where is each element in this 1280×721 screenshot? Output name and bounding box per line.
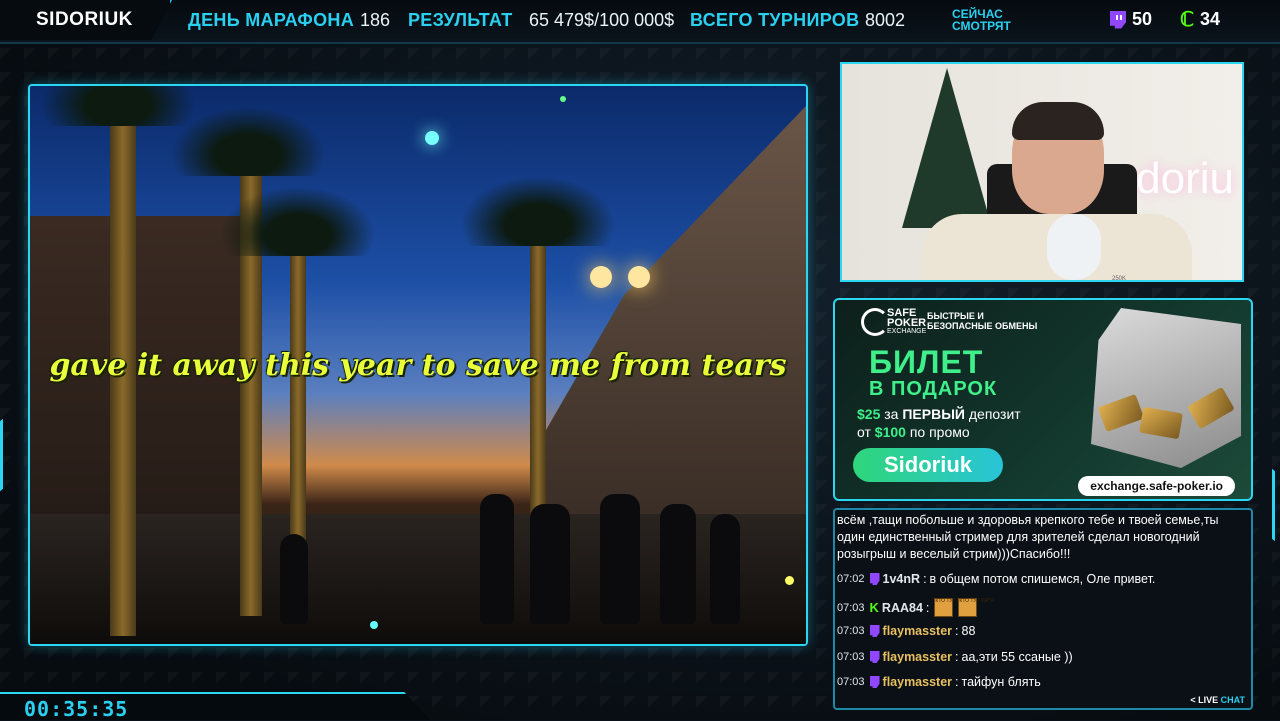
chat-message: 07:03 flaymasster: 88 [837, 624, 976, 638]
chat-message: 07:02 1v4nR: в общем потом спишемся, Оле… [837, 572, 1156, 586]
chat-username[interactable]: flaymasster [883, 650, 953, 664]
now-watching-label: СЕЙЧАС СМОТРЯТ [952, 8, 1032, 32]
result-value: 65 479$/100 000$ [529, 10, 675, 30]
emote-icon: КТО ТУТ БАТЯ [934, 598, 970, 617]
top-stats-bar: SIDORIUK ДЕНЬ МАРАФОНА 186 РЕЗУЛЬТАТ 65 … [0, 0, 1280, 44]
ad-headline-2: В ПОДАРОК [869, 378, 998, 400]
webcam-tag: 250K [1112, 276, 1127, 282]
ad-url-link[interactable]: exchange.safe-poker.io [1078, 476, 1235, 496]
chat-username[interactable]: 1v4nR [883, 572, 921, 586]
twitch-viewers-count: 50 [1132, 9, 1153, 29]
safe-poker-logo-icon [861, 308, 889, 336]
webcam-microphone [1047, 214, 1101, 280]
ad-tagline: БЫСТРЫЕ И БЕЗОПАСНЫЕ ОБМЕНЫ [927, 311, 1038, 331]
chat-time: 07:03 [837, 601, 865, 614]
chat-text: аа,эти 55 ссаные )) [961, 650, 1073, 664]
ad-offer-text: от [857, 424, 875, 440]
chat-text: 88 [961, 624, 976, 638]
video-pedestrian [600, 494, 640, 624]
chat-username[interactable]: flaymasster [883, 675, 953, 689]
tournaments-label: ВСЕГО ТУРНИРОВ [690, 10, 860, 30]
video-lyrics-caption: gave it away this year to save me from t… [49, 348, 787, 383]
webcam-neon-sign: doriu [1136, 154, 1234, 203]
ad-headline-1: БИЛЕТ [869, 344, 984, 380]
kick-viewers-count: 34 [1199, 9, 1220, 29]
ad-offer-text: за [880, 406, 903, 422]
video-pedestrian [660, 504, 696, 624]
chat-time: 07:03 [837, 676, 865, 688]
ad-offer-text: депозит [964, 406, 1021, 422]
chat-message: 07:03 flaymasster: аа,эти 55 ссаные )) [837, 650, 1073, 664]
chat-username[interactable]: flaymasster [883, 624, 953, 638]
video-pedestrian [710, 514, 740, 624]
twitch-badge-icon [869, 676, 880, 688]
video-pedestrian [530, 504, 570, 624]
timer-bar: 00:35:35 [0, 692, 430, 720]
right-accent-line [1272, 468, 1275, 542]
emote-icon: КТО ТУТ БАТЯ [958, 598, 994, 617]
ad-brand-sub: EXCHANGE [887, 328, 927, 335]
live-chat-label: < LIVE CHAT [1190, 695, 1245, 705]
marathon-day-value: 186 [360, 10, 391, 30]
left-accent-line [0, 418, 3, 492]
chat-time: 07:03 [837, 651, 865, 663]
video-pedestrian [280, 534, 308, 624]
ad-offer-amount: $25 [857, 406, 881, 422]
brand-name: SIDORIUK [36, 9, 133, 30]
webcam-streamer-hair [1012, 102, 1104, 140]
marathon-day-label: ДЕНЬ МАРАФОНА [188, 10, 354, 30]
chat-time: 07:02 [837, 573, 865, 585]
video-sparkle-2 [560, 96, 566, 102]
ad-offer-bold: ПЕРВЫЙ [902, 406, 965, 422]
webcam-feed: doriu 250K [840, 62, 1244, 282]
video-sparkle-4 [370, 621, 378, 629]
ad-offer-line-2: от $100 по промо [857, 424, 970, 440]
video-street-lamp-2 [628, 266, 650, 288]
live-chat-prefix: < LIVE [1190, 695, 1219, 705]
chat-text: в общем потом спишемся, Оле привет. [929, 572, 1156, 586]
video-scene: gave it away this year to save me from t… [30, 86, 806, 644]
stream-timer: 00:35:35 [24, 697, 129, 721]
twitch-viewers: 50 [1110, 9, 1152, 30]
main-video-player[interactable]: gave it away this year to save me from t… [28, 84, 808, 646]
chat-username[interactable]: RAA84 [882, 601, 923, 615]
kick-icon: ℂ [1180, 8, 1194, 31]
live-chat-panel[interactable]: всём ,тащи побольше и здоровья крепкого … [833, 508, 1253, 710]
promo-code-button[interactable]: Sidoriuk [853, 448, 1003, 482]
twitch-icon [1110, 10, 1126, 29]
kick-badge-icon: K [869, 600, 879, 615]
chat-text: тайфун блять [961, 675, 1041, 689]
live-chat-suffix: CHAT [1220, 695, 1245, 705]
twitch-badge-icon [869, 625, 880, 637]
chat-time: 07:03 [837, 625, 865, 637]
twitch-badge-icon [869, 651, 880, 663]
ad-offer-text: по промо [905, 424, 970, 440]
ad-offer-line-1: $25 за ПЕРВЫЙ депозит [857, 406, 1021, 422]
video-street-lamp-1 [590, 266, 612, 288]
chat-message-overflow: всём ,тащи побольше и здоровья крепкого … [837, 513, 1219, 561]
safe-poker-ad-banner[interactable]: SAFE POKER EXCHANGE БЫСТРЫЕ И БЕЗОПАСНЫЕ… [833, 298, 1253, 501]
ad-offer-min: $100 [874, 424, 906, 440]
webcam-christmas-tree [902, 68, 992, 228]
video-sparkle-1 [425, 131, 439, 145]
ad-brand: SAFE POKER [887, 308, 927, 329]
now-watching-line2: СМОТРЯТ [952, 19, 1011, 33]
tournaments-value: 8002 [865, 10, 906, 30]
video-pedestrian [480, 494, 514, 624]
kick-viewers: ℂ 34 [1180, 9, 1220, 30]
chat-message: 07:03 K RAA84: КТО ТУТ БАТЯ КТО ТУТ БАТЯ [837, 598, 994, 617]
video-sparkle-3 [785, 576, 794, 585]
chat-message: 07:03 flaymasster: тайфун блять [837, 675, 1041, 689]
twitch-badge-icon [869, 573, 880, 585]
result-label: РЕЗУЛЬТАТ [408, 10, 513, 30]
ad-brand-line2: POKER [887, 317, 927, 329]
